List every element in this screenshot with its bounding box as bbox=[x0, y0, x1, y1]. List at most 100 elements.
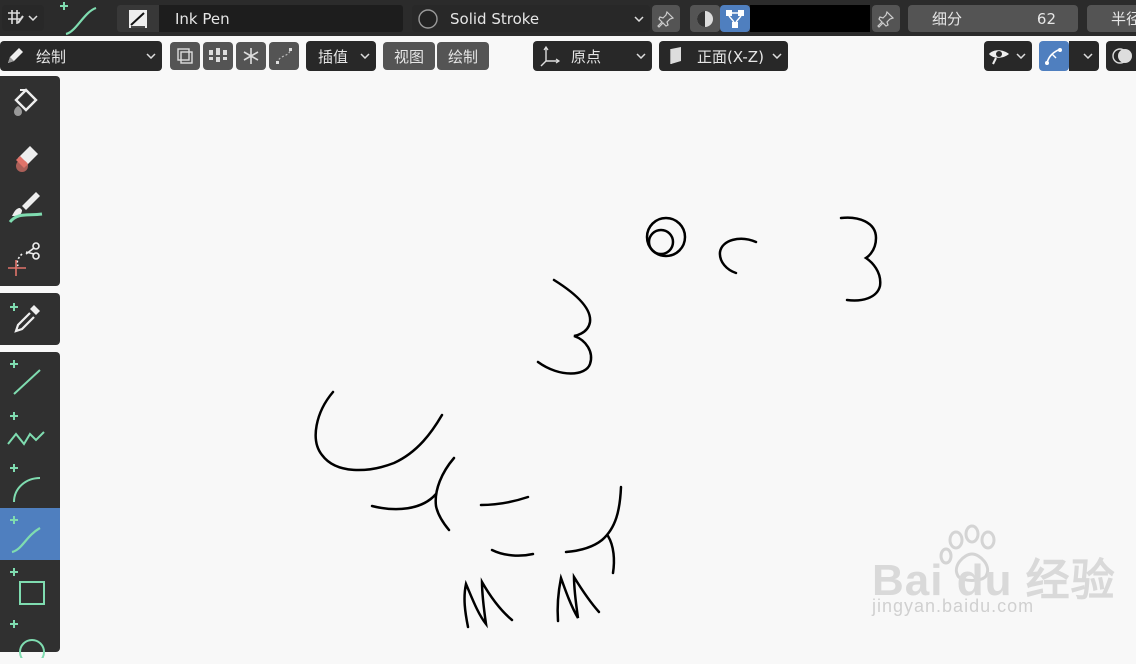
brush-name: Ink Pen bbox=[175, 9, 230, 28]
subdivide-value: 62 bbox=[1036, 9, 1056, 28]
autoclean-button[interactable] bbox=[203, 42, 233, 70]
stroke-eye-inner bbox=[647, 228, 675, 256]
color-mode-vertex-button[interactable] bbox=[720, 5, 750, 32]
eye-icon bbox=[989, 50, 1009, 65]
draw-menu[interactable]: 绘制 bbox=[437, 42, 489, 70]
pin-material-button[interactable] bbox=[652, 5, 680, 32]
pin-icon bbox=[877, 10, 895, 28]
curve-tool-icon bbox=[60, 2, 97, 36]
chevron-down-icon bbox=[28, 15, 38, 21]
interpolate-label: 插值 bbox=[318, 47, 349, 66]
multiframe-icon bbox=[177, 48, 193, 64]
circle-tool[interactable] bbox=[0, 612, 60, 664]
material-name: Solid Stroke bbox=[450, 9, 540, 28]
stroke-tail-hook bbox=[606, 534, 616, 575]
tint-brush-icon bbox=[8, 192, 43, 224]
color-mode-material-button[interactable] bbox=[690, 5, 720, 32]
curve-edit-button[interactable] bbox=[269, 42, 299, 70]
subdivide-field[interactable]: 细分 62 bbox=[908, 5, 1078, 32]
chevron-down-icon bbox=[1016, 53, 1026, 59]
stroke-placement-dropdown[interactable]: 原点 bbox=[533, 41, 652, 71]
gizmo-dropdown[interactable] bbox=[1069, 41, 1099, 71]
scissors-icon bbox=[8, 242, 40, 276]
subdivide-label: 细分 bbox=[932, 10, 963, 28]
drawing-plane-dropdown[interactable]: 正面(X-Z) bbox=[659, 41, 788, 71]
overlay-icon bbox=[1112, 48, 1132, 64]
eyedropper-icon bbox=[10, 303, 40, 333]
line-icon bbox=[10, 360, 41, 395]
stroke-tail-vertical bbox=[564, 485, 623, 554]
vertex-color-icon bbox=[726, 9, 744, 28]
autoclean-icon bbox=[209, 48, 227, 62]
arc-tool[interactable] bbox=[0, 456, 60, 508]
eyedropper-tool[interactable] bbox=[0, 293, 60, 345]
chevron-down-icon bbox=[1083, 53, 1093, 59]
watermark-url: jingyan.baidu.com bbox=[872, 596, 1035, 616]
cutter-tool[interactable] bbox=[0, 232, 60, 284]
material-selector[interactable]: Solid Stroke bbox=[412, 5, 650, 32]
visibility-dropdown[interactable] bbox=[984, 41, 1032, 71]
radius-label: 半径 bbox=[1111, 10, 1136, 28]
interpolate-menu[interactable]: 插值 bbox=[306, 41, 376, 71]
eraser-icon bbox=[16, 146, 38, 172]
curve-points-icon bbox=[276, 48, 292, 64]
box-icon bbox=[10, 568, 45, 605]
tint-tool[interactable] bbox=[0, 180, 60, 232]
freeze-button[interactable] bbox=[236, 42, 266, 70]
stroke-wing-arc bbox=[434, 456, 456, 532]
top-toolbar: Ink Pen Solid Stroke 细分 62 半径 bbox=[0, 0, 1136, 36]
brush-curve-tool-button[interactable] bbox=[58, 0, 102, 36]
stroke-three-right bbox=[839, 216, 882, 302]
overlay-toggle-button[interactable] bbox=[1106, 41, 1136, 71]
curve-tool[interactable] bbox=[0, 508, 60, 560]
curve-icon bbox=[10, 516, 41, 554]
arc-icon bbox=[10, 464, 41, 502]
mode-label: 绘制 bbox=[36, 47, 67, 66]
polyline-icon bbox=[7, 412, 45, 446]
chevron-down-icon bbox=[146, 53, 156, 59]
origin-label: 原点 bbox=[571, 47, 602, 66]
viewport-header: 绘制 插值 视图 绘制 原点 正面(X-Z) bbox=[0, 36, 1136, 76]
box-tool[interactable] bbox=[0, 560, 60, 612]
stroke-three-left bbox=[536, 278, 593, 375]
fill-tool[interactable] bbox=[0, 76, 60, 128]
paint-bucket-icon bbox=[14, 88, 38, 116]
view-menu[interactable]: 视图 bbox=[383, 42, 435, 70]
gizmo-icon bbox=[1045, 48, 1062, 65]
radius-field[interactable]: 半径 bbox=[1087, 5, 1136, 32]
draw-label: 绘制 bbox=[447, 47, 478, 66]
pin-color-button[interactable] bbox=[872, 5, 900, 32]
polyline-tool[interactable] bbox=[0, 404, 60, 456]
brush-selector[interactable]: Ink Pen bbox=[117, 5, 403, 32]
origin-axes-icon bbox=[540, 45, 561, 67]
stroke-dash-mid bbox=[479, 495, 530, 507]
stroke-foot-left bbox=[463, 577, 514, 629]
mode-dropdown[interactable]: 绘制 bbox=[0, 41, 162, 71]
orientation-label: 正面(X-Z) bbox=[697, 47, 764, 66]
material-sphere-icon bbox=[418, 8, 438, 29]
erase-tool[interactable] bbox=[0, 128, 60, 180]
editor-type-dropdown[interactable] bbox=[2, 5, 44, 31]
stroke-wing-left bbox=[370, 492, 438, 511]
chevron-down-icon bbox=[634, 15, 644, 22]
stroke-foot-right bbox=[556, 572, 601, 623]
line-tool[interactable] bbox=[0, 352, 60, 404]
material-mode-icon bbox=[697, 10, 713, 27]
chevron-down-icon bbox=[360, 53, 370, 59]
multiframe-button[interactable] bbox=[170, 42, 200, 70]
color-swatch[interactable] bbox=[750, 5, 870, 32]
stroke-ear-small bbox=[718, 237, 758, 275]
gizmo-toggle-button[interactable] bbox=[1039, 41, 1069, 71]
color-swatch-fill bbox=[750, 5, 870, 32]
front-plane-icon bbox=[670, 47, 681, 64]
snowflake-icon bbox=[243, 48, 259, 64]
brush-preview bbox=[117, 5, 159, 32]
stroke-body-curve bbox=[314, 390, 444, 472]
watermark: Bai du 经验 jingyan.baidu.com bbox=[870, 520, 1136, 630]
ink-pen-icon bbox=[129, 9, 147, 28]
pin-icon bbox=[657, 10, 675, 28]
grease-pencil-mode-icon bbox=[8, 10, 24, 24]
chevron-down-icon bbox=[636, 53, 646, 59]
tool-shelf bbox=[0, 76, 61, 658]
pencil-icon bbox=[8, 48, 23, 63]
